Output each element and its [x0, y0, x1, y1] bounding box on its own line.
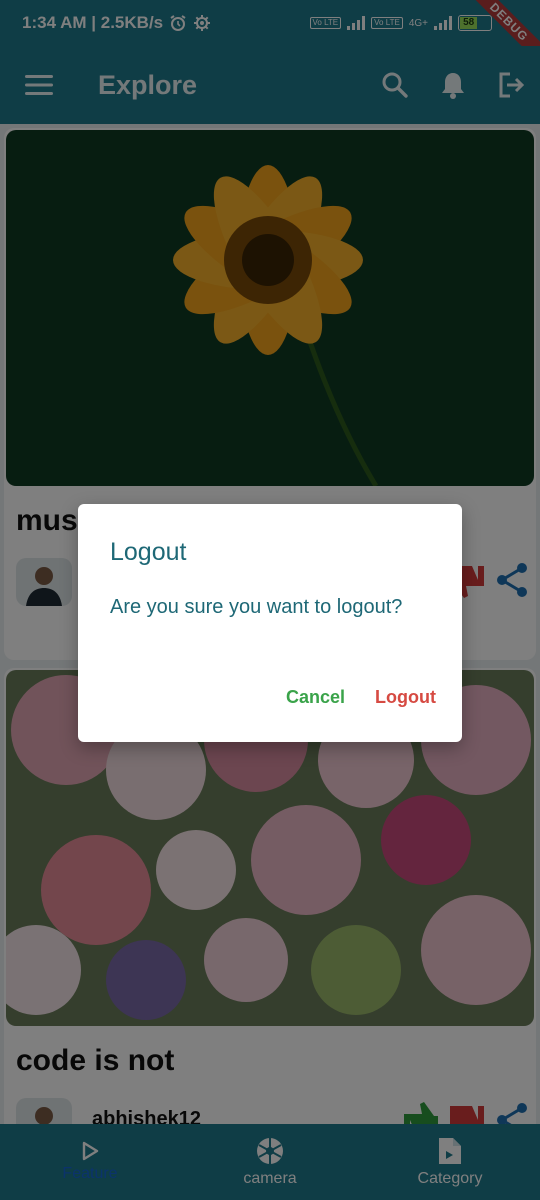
- confirm-logout-button[interactable]: Logout: [363, 681, 448, 714]
- dialog-message: Are you sure you want to logout?: [110, 596, 403, 618]
- dialog-actions: Cancel Logout: [274, 681, 448, 714]
- cancel-button[interactable]: Cancel: [274, 681, 357, 714]
- dialog-title: Logout: [110, 538, 187, 566]
- logout-dialog: Logout Are you sure you want to logout? …: [78, 504, 462, 742]
